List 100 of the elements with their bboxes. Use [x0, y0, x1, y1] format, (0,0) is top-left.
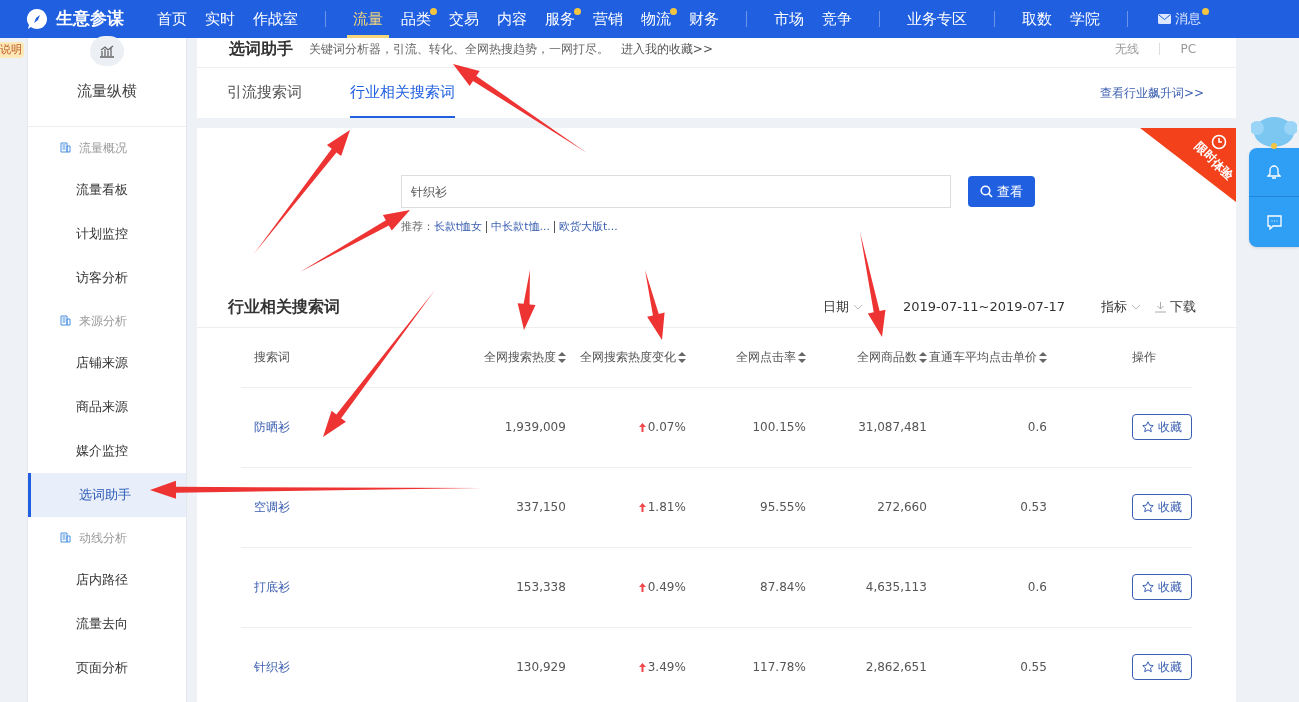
help-tag[interactable]: 说明 [0, 42, 24, 58]
table-cell: 3.49% [565, 658, 686, 676]
metrics-dropdown[interactable]: 指标 [1101, 297, 1141, 317]
sort-icon[interactable] [918, 351, 927, 363]
table-cell: 1.81% [565, 498, 686, 516]
column-header: 搜索词 [252, 349, 291, 366]
nav-tab[interactable]: 品类 [395, 0, 437, 38]
sidebar-item[interactable]: 店铺来源 [28, 341, 186, 385]
download-button[interactable]: 下载 [1155, 297, 1196, 317]
keyword-link[interactable]: 打底衫 [240, 578, 441, 596]
table-cell-text: 4,635,113 [864, 579, 927, 596]
nav-tab[interactable]: 财务 [683, 0, 725, 38]
table-cell-text: 100.15% [751, 419, 806, 436]
keyword-link[interactable]: 防晒衫 [240, 418, 441, 436]
nav-tab[interactable]: 内容 [491, 0, 533, 38]
up-arrow-icon [638, 502, 646, 512]
column-header[interactable]: 全网搜索热度变化 [565, 348, 686, 366]
annotation-arrow [517, 270, 536, 330]
table-cell-text: 2,862,651 [864, 659, 927, 676]
nav-tab[interactable]: 物流 [635, 0, 677, 38]
page-title: 选词助手 [228, 37, 293, 60]
table-cell-text: 130,929 [515, 659, 566, 676]
sidebar-item[interactable]: 流量看板 [28, 168, 186, 212]
favorites-link[interactable]: 进入我的收藏>> [620, 39, 713, 58]
tab[interactable]: 引流搜索词 [226, 68, 302, 118]
favorite-button[interactable]: 收藏 [1131, 654, 1192, 680]
column-header[interactable]: 全网搜索热度 [440, 348, 566, 366]
table-cell-text: 31,087,481 [857, 419, 927, 436]
sort-icon[interactable] [677, 351, 686, 363]
tab[interactable]: 行业相关搜索词 [349, 68, 455, 118]
sidebar-item[interactable]: 流量去向 [28, 602, 186, 646]
star-icon [1141, 421, 1154, 433]
column-header: 操作 [1131, 349, 1158, 366]
nav-tab[interactable]: 学院 [1064, 0, 1106, 38]
sidebar-item[interactable]: 商品来源 [28, 385, 186, 429]
recommendation-link[interactable]: 中长款t恤... [491, 219, 550, 236]
table-cell-text: 87.84% [759, 579, 806, 596]
table-cell: 0.07% [565, 418, 686, 436]
nav-tab[interactable]: 服务 [539, 0, 581, 38]
annotation-arrow [645, 270, 665, 340]
sidebar-item[interactable]: 选词助手 [28, 473, 186, 517]
sort-icon[interactable] [557, 351, 566, 363]
rising-terms-link[interactable]: 查看行业飙升词>> [1099, 84, 1204, 102]
envelope-icon [1158, 14, 1171, 24]
sort-icon[interactable] [1038, 351, 1047, 363]
nav-tab[interactable]: 竞争 [816, 0, 858, 38]
nav-tab[interactable]: 实时 [199, 0, 241, 38]
star-icon [1141, 581, 1154, 593]
column-header[interactable]: 全网商品数 [805, 348, 927, 366]
sidebar-item[interactable]: 页面分析 [28, 646, 186, 690]
nav-tab[interactable]: 首页 [151, 0, 193, 38]
chevron-down-icon [1131, 304, 1141, 310]
table-cell-text: 0.55 [1019, 659, 1047, 676]
sidebar-item[interactable]: 媒介监控 [28, 429, 186, 473]
bell-icon [1267, 164, 1281, 180]
up-arrow-icon [638, 662, 646, 672]
favorite-button[interactable]: 收藏 [1131, 414, 1192, 440]
table-cell-text: 1,939,009 [503, 419, 566, 436]
star-icon [1141, 501, 1154, 513]
nav-tab[interactable]: 取数 [1016, 0, 1058, 38]
sidebar-section-label: 来源分析 [79, 312, 127, 330]
favorite-button[interactable]: 收藏 [1131, 494, 1192, 520]
nav-tab[interactable]: 交易 [443, 0, 485, 38]
sort-icon[interactable] [797, 351, 806, 363]
sidebar-item[interactable]: 店内路径 [28, 558, 186, 602]
page-subtitle: 关键词分析器，引流、转化、全网热搜趋势，一网打尽。 [308, 40, 609, 58]
nav-tab[interactable]: 作战室 [247, 0, 304, 38]
search-field[interactable]: 针织衫 [400, 175, 951, 208]
column-header[interactable]: 全网点击率 [685, 348, 806, 366]
date-dropdown[interactable]: 日期 [823, 297, 863, 317]
keyword-link[interactable]: 空调衫 [240, 498, 441, 516]
section-icon [60, 142, 71, 153]
nav-tab[interactable]: 营销 [587, 0, 629, 38]
brand-name: 生意参谋 [56, 7, 124, 31]
search-button[interactable]: 查看 [967, 176, 1035, 207]
sidebar-section-label: 动线分析 [79, 529, 127, 547]
messages-link[interactable]: 消息 [1158, 0, 1209, 38]
table-cell-text: 95.55% [759, 499, 806, 516]
column-header[interactable]: 直通车平均点击单价 [926, 348, 1047, 366]
table-cell-text: 0.6 [1026, 419, 1047, 436]
clock-icon [1211, 134, 1227, 150]
recommendation-link[interactable]: 长款t恤女 [433, 219, 483, 236]
table-cell-text: 272,660 [876, 499, 927, 516]
section-icon [60, 315, 71, 326]
table-cell-text: 117.78% [751, 659, 806, 676]
nav-tab[interactable]: 市场 [768, 0, 810, 38]
table-cell-text: 0.53 [1019, 499, 1047, 516]
table-title: 行业相关搜索词 [227, 296, 340, 318]
nav-tab[interactable]: 业务专区 [901, 0, 973, 38]
table-cell: 0.49% [565, 578, 686, 596]
download-icon [1155, 301, 1166, 313]
recommendation-link[interactable]: 欧货大版t... [559, 219, 618, 236]
sidebar-item[interactable]: 计划监控 [28, 212, 186, 256]
up-arrow-icon [638, 422, 646, 432]
keyword-link[interactable]: 针织衫 [240, 658, 441, 676]
up-arrow-icon [638, 582, 646, 592]
favorite-button[interactable]: 收藏 [1131, 574, 1192, 600]
chevron-down-icon [853, 304, 863, 310]
sidebar-section-label: 流量概况 [79, 139, 127, 157]
sidebar-item[interactable]: 访客分析 [28, 256, 186, 300]
